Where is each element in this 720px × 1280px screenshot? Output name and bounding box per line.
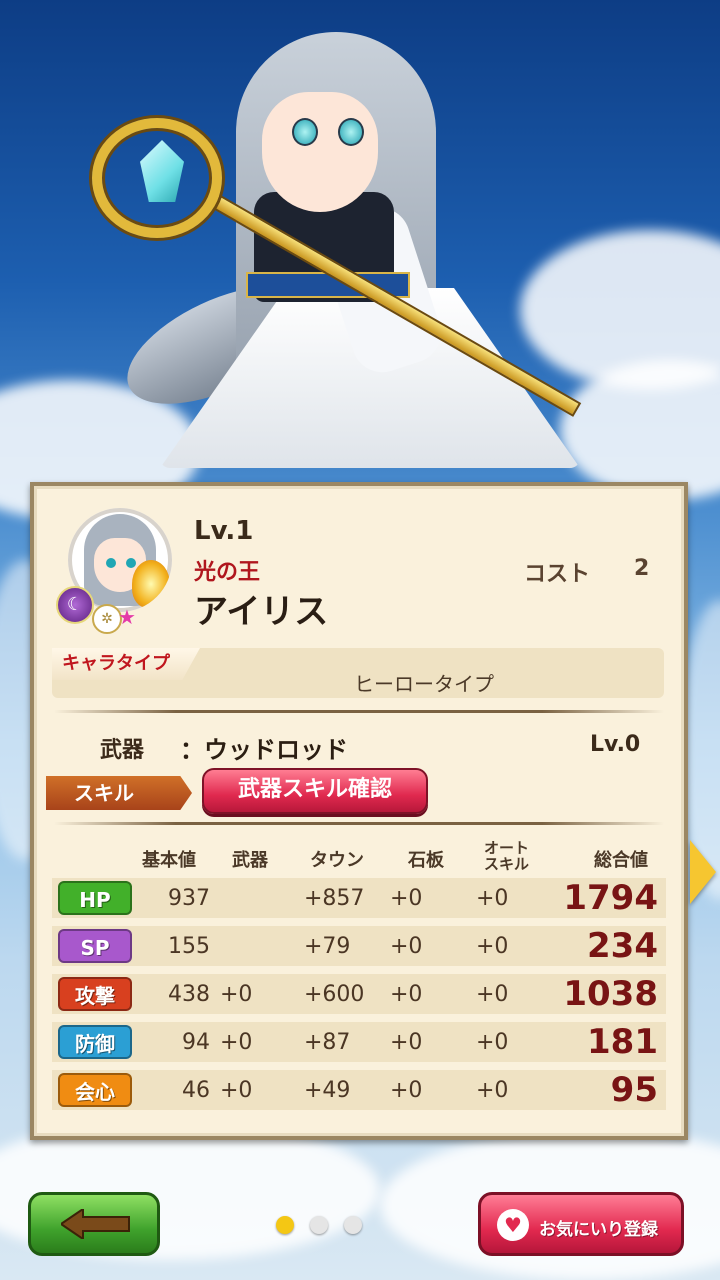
favorite-register-button[interactable]: ♥ お気にいり登録 bbox=[478, 1192, 684, 1256]
stat-weapon-value: +0 bbox=[220, 1030, 253, 1055]
header-auto-skill: オート スキル bbox=[484, 839, 530, 873]
stat-name-badge: 攻撃 bbox=[58, 977, 132, 1011]
stat-auto-skill-value: +0 bbox=[476, 934, 509, 959]
weapon-label: 武器 bbox=[100, 738, 145, 763]
stat-row: 会心 46 +0 +49 +0 +0 95 bbox=[52, 1070, 666, 1110]
stat-slate-value: +0 bbox=[390, 1078, 423, 1103]
stat-total-value: 95 bbox=[610, 1070, 658, 1110]
stat-row: 防御 94 +0 +87 +0 +0 181 bbox=[52, 1022, 666, 1062]
back-button[interactable] bbox=[28, 1192, 160, 1256]
cost-label: コスト bbox=[524, 562, 591, 587]
header-town: タウン bbox=[310, 850, 364, 871]
character-level: Lv.1 bbox=[194, 516, 254, 546]
stat-row: HP 937 +857 +0 +0 1794 bbox=[52, 878, 666, 918]
stat-base-value: 937 bbox=[168, 886, 210, 911]
stat-base-value: 94 bbox=[182, 1030, 210, 1055]
stat-base-value: 46 bbox=[182, 1078, 210, 1103]
stat-auto-skill-value: +0 bbox=[476, 1030, 509, 1055]
stat-weapon-value: +0 bbox=[220, 1078, 253, 1103]
stat-name-badge: HP bbox=[58, 881, 132, 915]
stat-base-value: 155 bbox=[168, 934, 210, 959]
character-title: 光の王 bbox=[194, 560, 261, 585]
page-dot[interactable] bbox=[344, 1216, 362, 1234]
stat-auto-skill-value: +0 bbox=[476, 1078, 509, 1103]
page-indicator bbox=[276, 1216, 378, 1238]
stat-base-value: 438 bbox=[168, 982, 210, 1007]
next-arrow-icon[interactable] bbox=[690, 840, 716, 904]
weapon-name: ：ウッドロッド bbox=[180, 736, 348, 764]
stat-slate-value: +0 bbox=[390, 982, 423, 1007]
stat-row: SP 155 +79 +0 +0 234 bbox=[52, 926, 666, 966]
stat-auto-skill-value: +0 bbox=[476, 982, 509, 1007]
character-name: アイリス bbox=[194, 592, 329, 632]
back-arrow-icon bbox=[61, 1209, 130, 1239]
stat-total-value: 181 bbox=[587, 1022, 658, 1062]
weapon-level: Lv.0 bbox=[590, 732, 641, 757]
header-base: 基本値 bbox=[142, 850, 196, 871]
stat-row: 攻撃 438 +0 +600 +0 +0 1038 bbox=[52, 974, 666, 1014]
character-info-panel: ☾ ✲ ★ Lv.1 光の王 アイリス コスト 2 キャラタイプ ヒーロータイプ… bbox=[30, 482, 688, 1140]
stat-total-value: 1038 bbox=[563, 974, 658, 1014]
header-weapon: 武器 bbox=[232, 850, 268, 871]
stat-total-value: 1794 bbox=[563, 878, 658, 918]
divider bbox=[54, 710, 664, 713]
divider bbox=[54, 822, 664, 825]
page-dot[interactable] bbox=[276, 1216, 294, 1234]
star-icon: ★ bbox=[118, 605, 136, 629]
stat-town-value: +600 bbox=[304, 982, 365, 1007]
stat-total-value: 234 bbox=[587, 926, 658, 966]
stat-weapon-value: +0 bbox=[220, 982, 253, 1007]
stat-town-value: +49 bbox=[304, 1078, 351, 1103]
favorite-register-label: お気にいり登録 bbox=[539, 1220, 658, 1240]
stat-town-value: +857 bbox=[304, 886, 365, 911]
dark-moon-icon: ☾ bbox=[56, 586, 94, 624]
page-dot[interactable] bbox=[310, 1216, 328, 1234]
stat-town-value: +87 bbox=[304, 1030, 351, 1055]
stat-name-badge: 防御 bbox=[58, 1025, 132, 1059]
stat-name-badge: 会心 bbox=[58, 1073, 132, 1107]
character-illustration bbox=[0, 0, 720, 480]
skill-label: スキル bbox=[46, 776, 192, 810]
stat-slate-value: +0 bbox=[390, 1030, 423, 1055]
stat-name-badge: SP bbox=[58, 929, 132, 963]
stat-slate-value: +0 bbox=[390, 934, 423, 959]
stat-auto-skill-value: +0 bbox=[476, 886, 509, 911]
heart-lock-icon: ♥ bbox=[497, 1209, 529, 1241]
stat-town-value: +79 bbox=[304, 934, 351, 959]
stat-slate-value: +0 bbox=[390, 886, 423, 911]
header-slate: 石板 bbox=[408, 850, 444, 871]
header-total: 総合値 bbox=[594, 850, 648, 871]
cost-value: 2 bbox=[634, 556, 650, 581]
weapon-skill-check-button[interactable]: 武器スキル確認 bbox=[202, 768, 428, 814]
chara-type-value: ヒーロータイプ bbox=[354, 672, 494, 696]
